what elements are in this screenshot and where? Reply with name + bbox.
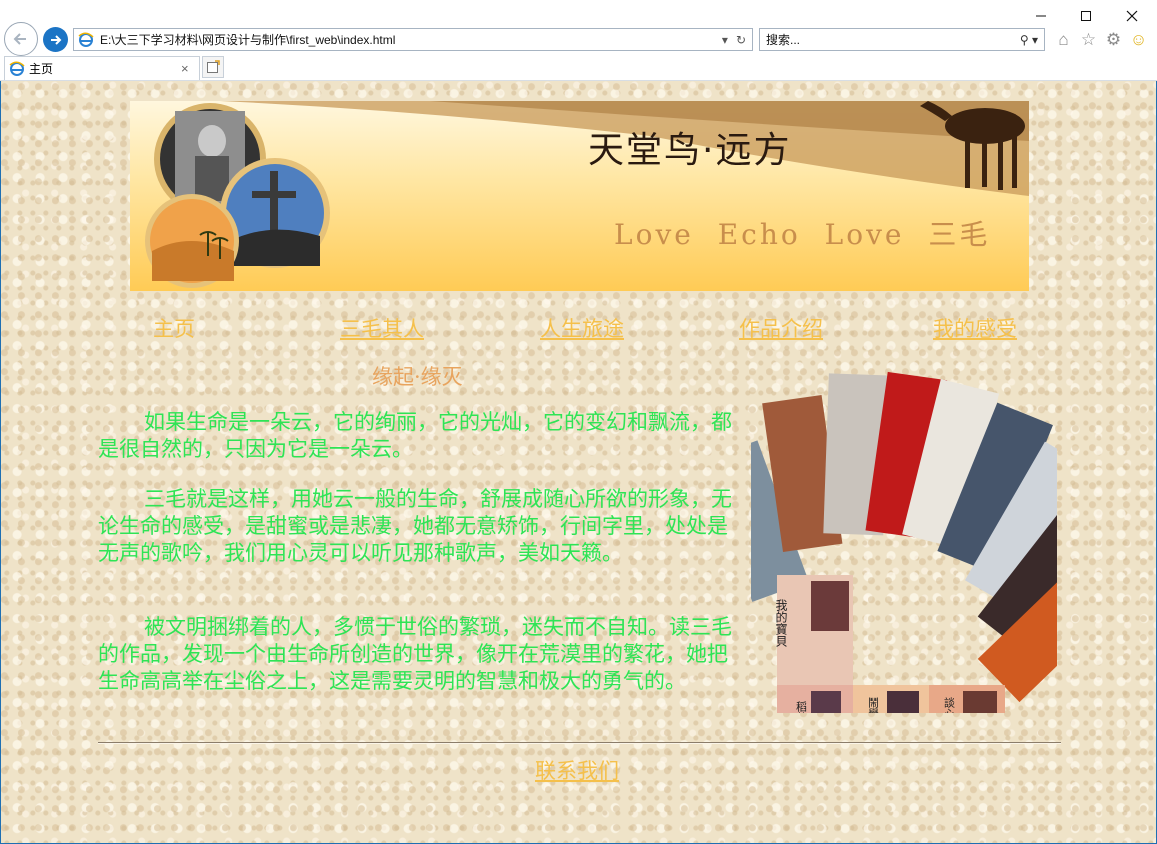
back-arrow-icon bbox=[13, 33, 26, 45]
new-tab-button[interactable] bbox=[202, 56, 224, 78]
minimize-icon bbox=[1036, 15, 1046, 17]
banner-title: 天堂鸟·远方 bbox=[588, 130, 792, 171]
section-title: 缘起·缘灭 bbox=[372, 365, 463, 389]
banner-artwork bbox=[145, 101, 1029, 288]
close-tab-icon[interactable]: × bbox=[181, 61, 199, 76]
tab-label: 主页 bbox=[29, 62, 54, 76]
new-tab-icon bbox=[207, 60, 220, 73]
forward-button[interactable] bbox=[43, 27, 68, 52]
site-nav: 主页 三毛其人 人生旅途 作品介绍 我的感受 bbox=[1, 313, 1156, 343]
navigation-bar: E:\大三下学习材料\网页设计与制作\first_web\index.html … bbox=[0, 22, 1157, 58]
forward-arrow-icon bbox=[50, 34, 61, 45]
favorites-star-icon[interactable]: ☆ bbox=[1079, 30, 1098, 50]
smiley-feedback-icon[interactable]: ☺ bbox=[1129, 30, 1148, 50]
contact-us-link[interactable]: 联系我们 bbox=[535, 755, 619, 785]
tab-home[interactable]: 主页 × bbox=[4, 56, 200, 80]
maximize-icon bbox=[1081, 11, 1091, 21]
tab-strip: 主页 × bbox=[0, 56, 1157, 81]
close-icon bbox=[1126, 10, 1138, 22]
settings-gear-icon[interactable]: ⚙ bbox=[1104, 30, 1123, 50]
page-viewport: 天堂鸟·远方 Love Echo Love 三毛 主页 三毛其人 人生旅途 作品… bbox=[1, 81, 1156, 843]
address-text[interactable]: E:\大三下学习材料\网页设计与制作\first_web\index.html bbox=[100, 31, 722, 48]
svg-text:談心: 談心 bbox=[943, 696, 956, 713]
paragraph-2: 三毛就是这样，用她云一般的生命，舒展成随心所欲的形象，无论生命的感受，是甜蜜或是… bbox=[98, 487, 732, 565]
back-button[interactable] bbox=[4, 22, 38, 56]
svg-text:鬧學記: 鬧學記 bbox=[867, 697, 880, 713]
ie-page-icon bbox=[9, 61, 25, 77]
search-input[interactable]: 搜索... bbox=[766, 31, 1020, 48]
address-dropdown-icon[interactable]: ▾ bbox=[722, 33, 728, 47]
paragraph-1: 如果生命是一朵云，它的绚丽，它的光灿，它的变幻和飘流，都是很自然的，只因为它是一… bbox=[98, 410, 732, 461]
address-bar[interactable]: E:\大三下学习材料\网页设计与制作\first_web\index.html … bbox=[73, 28, 753, 51]
nav-link-feelings[interactable]: 我的感受 bbox=[933, 313, 1017, 343]
nav-link-home[interactable]: 主页 bbox=[153, 313, 195, 343]
horizontal-divider bbox=[98, 742, 1061, 744]
svg-text:我的寶貝: 我的寶貝 bbox=[774, 599, 788, 648]
search-box[interactable]: 搜索... ⚲ ▾ bbox=[759, 28, 1045, 51]
search-icon[interactable]: ⚲ ▾ bbox=[1020, 33, 1044, 47]
banner-image: 天堂鸟·远方 Love Echo Love 三毛 bbox=[130, 101, 1029, 291]
banner-subtitle: Love Echo Love 三毛 bbox=[614, 218, 991, 251]
nav-link-works[interactable]: 作品介绍 bbox=[739, 313, 823, 343]
books-image: 我的寶貝 稻草人手記 鬧學記 談心 bbox=[701, 361, 1135, 793]
nav-link-sanmao[interactable]: 三毛其人 bbox=[340, 313, 424, 343]
refresh-icon[interactable]: ↻ bbox=[736, 33, 746, 47]
paragraph-3: 被文明捆绑着的人，多惯于世俗的繁琐，迷失而不自知。读三毛的作品，发现一个由生命所… bbox=[98, 615, 732, 693]
book-fan-artwork: 我的寶貝 稻草人手記 鬧學記 談心 bbox=[701, 371, 1135, 793]
svg-text:稻草人手記: 稻草人手記 bbox=[795, 701, 808, 713]
home-icon[interactable]: ⌂ bbox=[1054, 30, 1073, 50]
ie-page-icon bbox=[78, 32, 94, 48]
nav-link-journey[interactable]: 人生旅途 bbox=[540, 313, 624, 343]
